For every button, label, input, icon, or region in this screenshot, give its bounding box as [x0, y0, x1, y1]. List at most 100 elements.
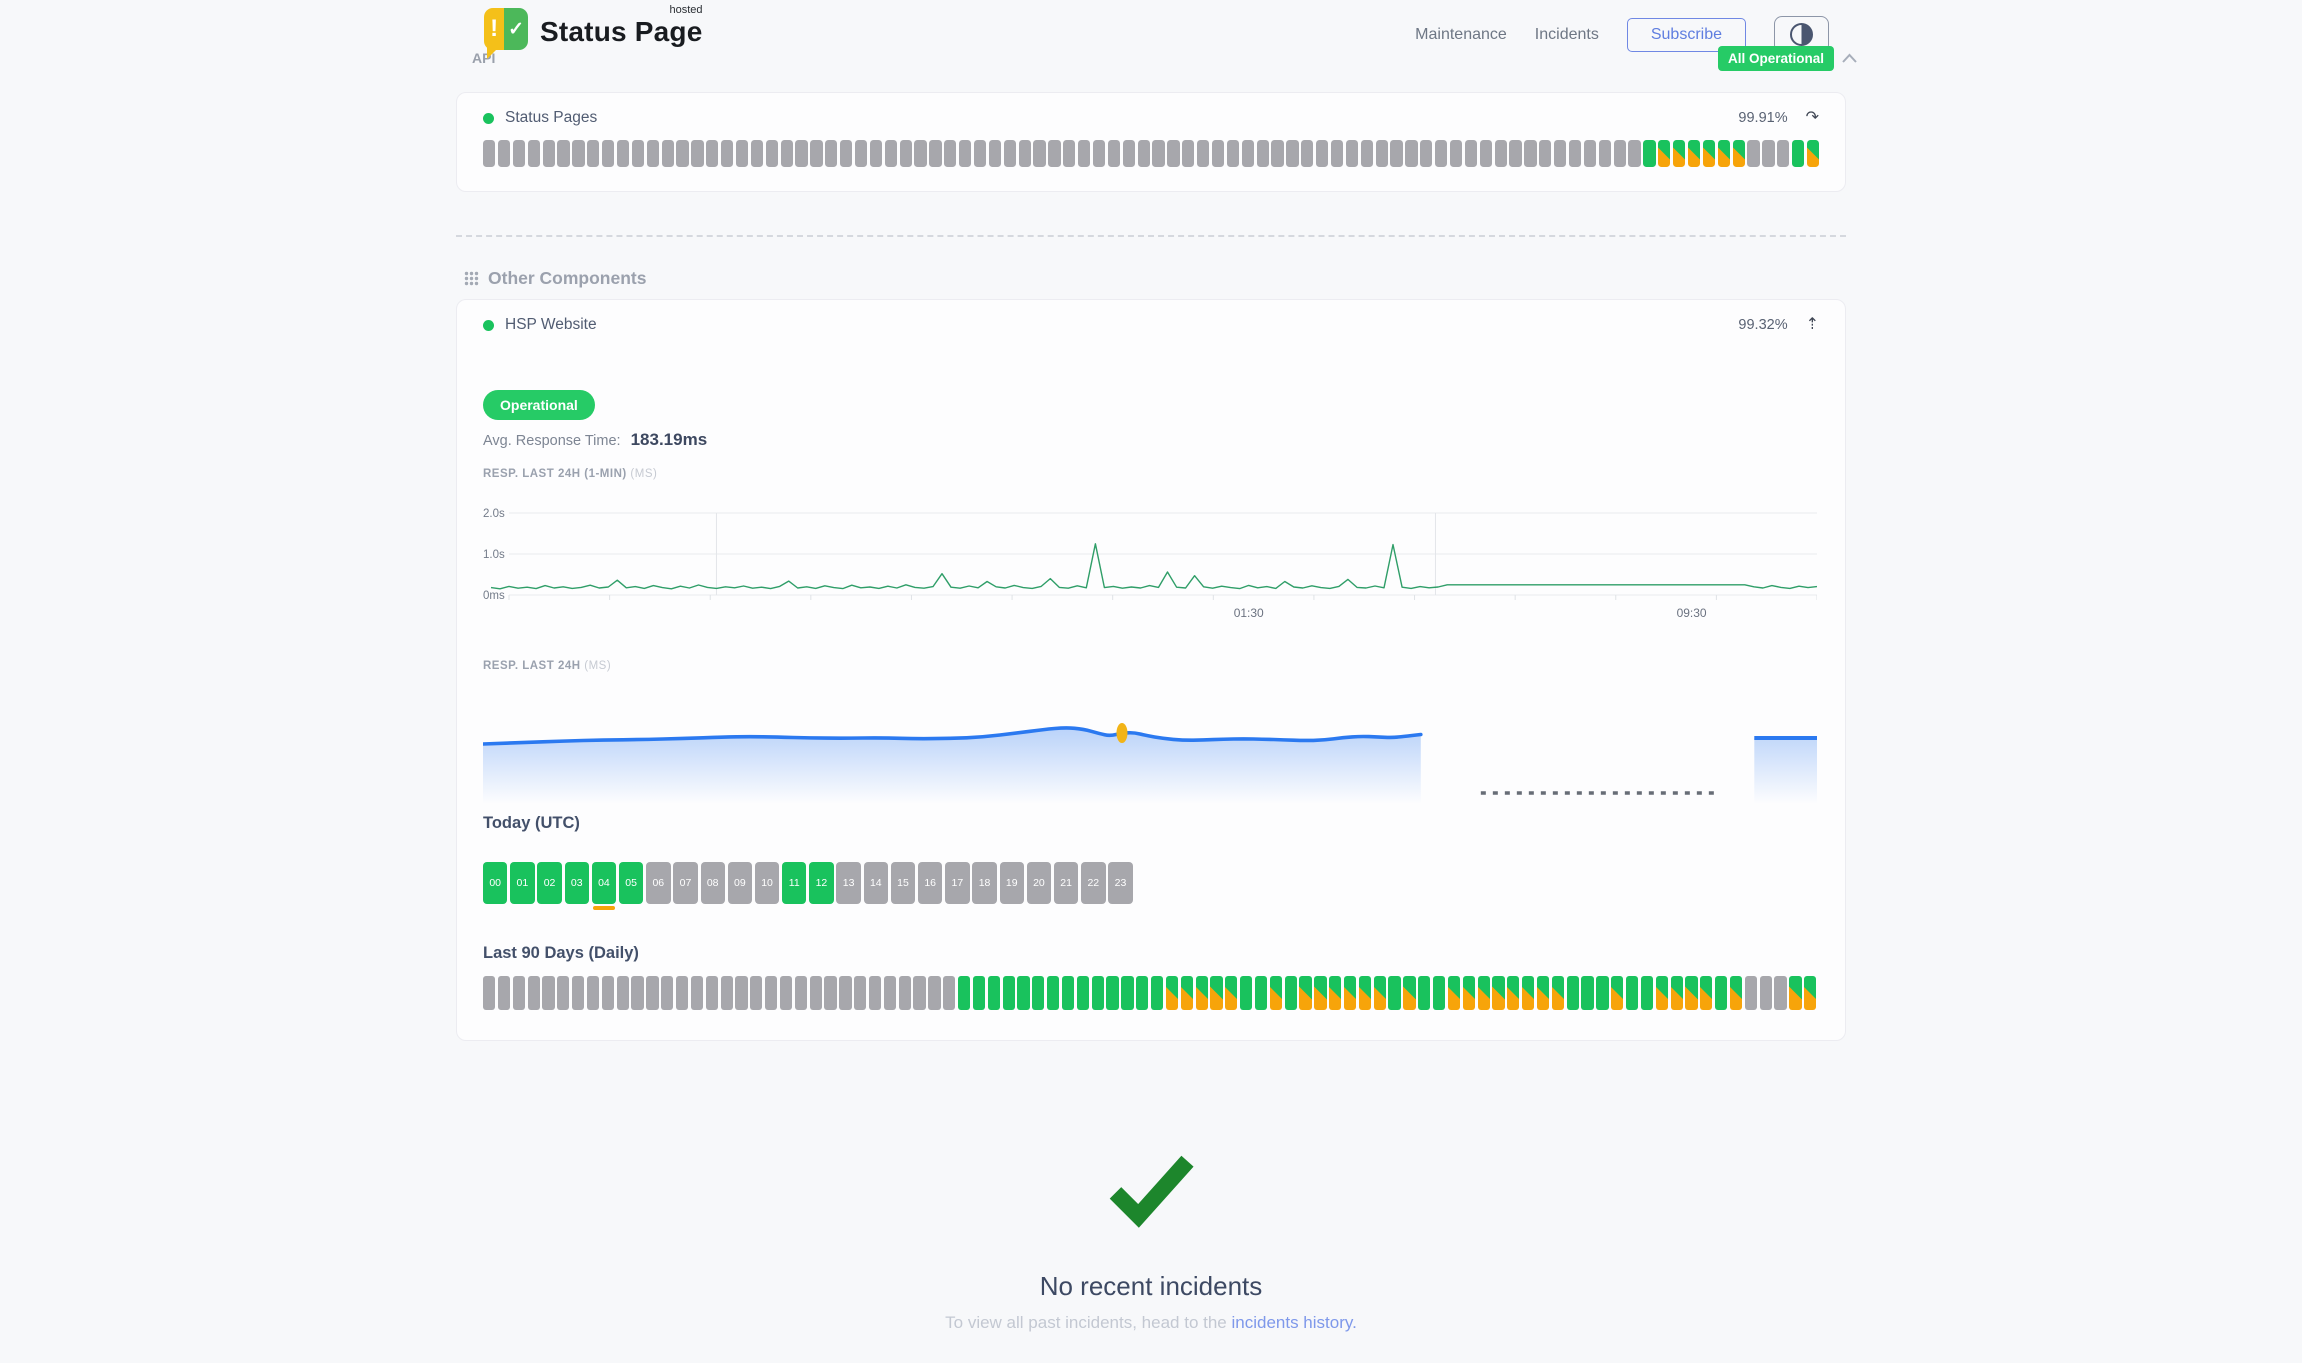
uptime-bar[interactable]: [1196, 976, 1208, 1010]
uptime-bar[interactable]: [943, 976, 955, 1010]
uptime-bar[interactable]: [839, 976, 851, 1010]
uptime-bar[interactable]: [810, 976, 822, 1010]
uptime-bar[interactable]: [974, 140, 986, 167]
uptime-bar[interactable]: [885, 140, 897, 167]
uptime-bar[interactable]: [1703, 140, 1715, 167]
hour-block-06[interactable]: 06: [646, 862, 670, 904]
uptime-bar[interactable]: [1611, 976, 1623, 1010]
hour-block-12[interactable]: 12: [809, 862, 833, 904]
uptime-bar[interactable]: [498, 976, 510, 1010]
uptime-bar[interactable]: [1286, 140, 1298, 167]
hour-block-07[interactable]: 07: [673, 862, 697, 904]
uptime-bar[interactable]: [1270, 976, 1282, 1010]
uptime-bar[interactable]: [1435, 140, 1447, 167]
uptime-bar[interactable]: [1062, 976, 1074, 1010]
uptime-bar[interactable]: [988, 976, 1000, 1010]
uptime-bar[interactable]: [1762, 140, 1774, 167]
uptime-bar[interactable]: [1225, 976, 1237, 1010]
uptime-bar[interactable]: [1567, 976, 1579, 1010]
uptime-bar[interactable]: [781, 140, 793, 167]
uptime-bar[interactable]: [928, 976, 940, 1010]
uptime-bar[interactable]: [1108, 140, 1120, 167]
uptime-bar[interactable]: [1614, 140, 1626, 167]
uptime-bar[interactable]: [542, 976, 554, 1010]
uptime-bar[interactable]: [1420, 140, 1432, 167]
uptime-bar[interactable]: [528, 140, 540, 167]
uptime-bar[interactable]: [1405, 140, 1417, 167]
uptime-bar[interactable]: [1063, 140, 1075, 167]
uptime-bar[interactable]: [1626, 976, 1638, 1010]
uptime-bar[interactable]: [959, 140, 971, 167]
hour-block-20[interactable]: 20: [1027, 862, 1051, 904]
uptime-bar[interactable]: [1789, 976, 1801, 1010]
uptime-bar[interactable]: [825, 140, 837, 167]
uptime-bar[interactable]: [1448, 976, 1460, 1010]
hour-block-05[interactable]: 05: [619, 862, 643, 904]
uptime-bar[interactable]: [1450, 140, 1462, 167]
uptime-bar[interactable]: [721, 976, 733, 1010]
uptime-bar[interactable]: [1019, 140, 1031, 167]
uptime-bar[interactable]: [1554, 140, 1566, 167]
uptime-bar[interactable]: [1316, 140, 1328, 167]
uptime-bar[interactable]: [1718, 140, 1730, 167]
uptime-bar[interactable]: [1032, 976, 1044, 1010]
uptime-bar[interactable]: [602, 140, 614, 167]
uptime-bar[interactable]: [1658, 140, 1670, 167]
uptime-bar[interactable]: [1299, 976, 1311, 1010]
uptime-bar[interactable]: [1656, 976, 1668, 1010]
refresh-icon[interactable]: ↷: [1806, 110, 1819, 126]
uptime-bar[interactable]: [1641, 976, 1653, 1010]
hour-block-16[interactable]: 16: [918, 862, 942, 904]
uptime-bar[interactable]: [1344, 976, 1356, 1010]
uptime-bar[interactable]: [869, 976, 881, 1010]
uptime-bar[interactable]: [1181, 976, 1193, 1010]
uptime-bar[interactable]: [1390, 140, 1402, 167]
uptime-bar[interactable]: [1700, 976, 1712, 1010]
uptime-bar[interactable]: [1433, 976, 1445, 1010]
uptime-bar[interactable]: [1671, 976, 1683, 1010]
uptime-bar[interactable]: [572, 976, 584, 1010]
uptime-bar[interactable]: [1123, 140, 1135, 167]
hour-block-19[interactable]: 19: [1000, 862, 1024, 904]
uptime-bar[interactable]: [543, 140, 555, 167]
uptime-bar[interactable]: [1807, 140, 1819, 167]
uptime-bar[interactable]: [1227, 140, 1239, 167]
uptime-bar[interactable]: [1374, 976, 1386, 1010]
uptime-bar[interactable]: [1376, 140, 1388, 167]
uptime-bar[interactable]: [1628, 140, 1640, 167]
uptime-bar[interactable]: [840, 140, 852, 167]
uptime-bar[interactable]: [929, 140, 941, 167]
uptime-bar[interactable]: [1331, 140, 1343, 167]
uptime-bar[interactable]: [676, 976, 688, 1010]
uptime-bar[interactable]: [602, 976, 614, 1010]
uptime-bar[interactable]: [587, 140, 599, 167]
uptime-bar[interactable]: [1747, 140, 1759, 167]
uptime-bar[interactable]: [1581, 976, 1593, 1010]
uptime-bar[interactable]: [1403, 976, 1415, 1010]
uptime-bar[interactable]: [854, 976, 866, 1010]
uptime-bar[interactable]: [1774, 976, 1786, 1010]
uptime-bar[interactable]: [795, 976, 807, 1010]
uptime-bar[interactable]: [1152, 140, 1164, 167]
uptime-bar[interactable]: [721, 140, 733, 167]
hour-block-22[interactable]: 22: [1081, 862, 1105, 904]
uptime-bar[interactable]: [736, 140, 748, 167]
uptime-bar[interactable]: [958, 976, 970, 1010]
uptime-bar[interactable]: [1359, 976, 1371, 1010]
uptime-bar[interactable]: [557, 976, 569, 1010]
uptime-bar[interactable]: [706, 976, 718, 1010]
hour-block-21[interactable]: 21: [1054, 862, 1078, 904]
uptime-bar[interactable]: [617, 976, 629, 1010]
uptime-bar[interactable]: [1047, 976, 1059, 1010]
uptime-bar[interactable]: [706, 140, 718, 167]
uptime-bar[interactable]: [1361, 140, 1373, 167]
hour-block-02[interactable]: 02: [537, 862, 561, 904]
uptime-bar[interactable]: [795, 140, 807, 167]
hour-block-04[interactable]: 04: [592, 862, 616, 904]
hour-block-08[interactable]: 08: [701, 862, 725, 904]
uptime-bar[interactable]: [1167, 140, 1179, 167]
uptime-bar[interactable]: [572, 140, 584, 167]
uptime-bar[interactable]: [1804, 976, 1816, 1010]
uptime-bar[interactable]: [1092, 976, 1104, 1010]
uptime-bar[interactable]: [1121, 976, 1133, 1010]
